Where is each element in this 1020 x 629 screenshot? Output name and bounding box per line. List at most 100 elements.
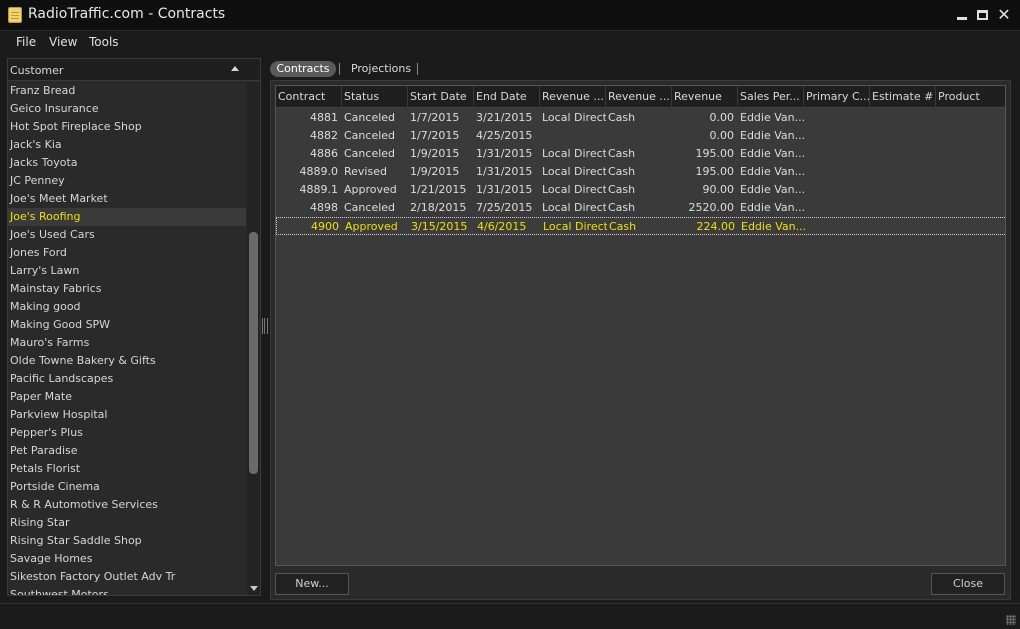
table-cell: Eddie Van... [740, 147, 804, 160]
customer-list-item[interactable]: Mainstay Fabrics [8, 280, 246, 298]
table-cell [804, 181, 870, 199]
customer-column-header[interactable]: Customer [8, 59, 260, 81]
table-cell [871, 218, 937, 236]
customer-list-item[interactable]: Hot Spot Fireplace Shop [8, 118, 246, 136]
table-cell: 90.00 [702, 183, 735, 196]
customer-list-item[interactable]: Rising Star [8, 514, 246, 532]
scrollbar-thumb[interactable] [249, 232, 258, 474]
customer-list-item[interactable]: Parkview Hospital [8, 406, 246, 424]
column-header[interactable]: Revenue ... [606, 86, 672, 108]
tab-projections[interactable]: Projections [344, 61, 418, 77]
customer-list-item[interactable]: Joe's Used Cars [8, 226, 246, 244]
customer-list-item[interactable]: R & R Automotive Services [8, 496, 246, 514]
maximize-icon [977, 10, 988, 20]
table-cell [936, 163, 1005, 181]
minimize-button[interactable] [953, 6, 971, 24]
customer-list-item[interactable]: Olde Towne Bakery & Gifts [8, 352, 246, 370]
table-cell: 4881 [310, 111, 338, 124]
table-cell [870, 109, 936, 127]
table-cell: Local Direct [543, 220, 607, 233]
customer-list-item[interactable]: Portside Cinema [8, 478, 246, 496]
column-header[interactable]: Sales Per... [738, 86, 804, 108]
table-cell [606, 127, 672, 145]
menu-bar: File View Tools [0, 32, 1020, 54]
customer-list-item[interactable]: Joe's Roofing [8, 208, 246, 226]
sort-ascending-icon [231, 66, 239, 71]
table-cell: Local Direct [542, 165, 606, 178]
table-cell [804, 127, 870, 145]
customer-list-item[interactable]: Savage Homes [8, 550, 246, 568]
menu-view[interactable]: View [49, 35, 77, 49]
table-row[interactable]: 4900 Approved 3/15/2015 4/6/2015 Local Direc… [276, 217, 1005, 236]
table-row[interactable]: 4889.0 Revised 1/9/2015 1/31/2015 Local Dire… [276, 163, 1005, 181]
maximize-button[interactable] [974, 6, 992, 24]
customer-list-item[interactable]: Franz Bread [8, 82, 246, 100]
customer-list-item[interactable]: Sikeston Factory Outlet Adv Tr [8, 568, 246, 586]
table-cell: Local Direct [542, 201, 606, 214]
customer-list-item[interactable]: JC Penney [8, 172, 246, 190]
column-header[interactable]: Primary C... [804, 86, 870, 108]
customer-list-item[interactable]: Jacks Toyota [8, 154, 246, 172]
customer-list-item[interactable]: Geico Insurance [8, 100, 246, 118]
column-header[interactable]: Contract [276, 86, 342, 108]
customer-list-item[interactable]: Making good [8, 298, 246, 316]
table-cell [936, 109, 1005, 127]
table-cell: 4898 [310, 201, 338, 214]
customer-list-item[interactable]: Mauro's Farms [8, 334, 246, 352]
menu-file[interactable]: File [16, 35, 36, 49]
customer-list-item[interactable]: Larry's Lawn [8, 262, 246, 280]
customer-list-item[interactable]: Pepper's Plus [8, 424, 246, 442]
column-header[interactable]: Status [342, 86, 408, 108]
menu-tools[interactable]: Tools [89, 35, 119, 49]
table-row[interactable]: 4898 Canceled 2/18/2015 7/25/2015 Local Dire… [276, 199, 1005, 217]
customer-list-item[interactable]: Jones Ford [8, 244, 246, 262]
table-cell: 195.00 [695, 165, 735, 178]
table-cell: 0.00 [709, 111, 735, 124]
customer-list-item[interactable]: Making Good SPW [8, 316, 246, 334]
customer-list-item[interactable]: Pacific Landscapes [8, 370, 246, 388]
title-bar: RadioTraffic.com - Contracts ✕ [0, 0, 1020, 31]
customer-list-item[interactable]: Rising Star Saddle Shop [8, 532, 246, 550]
customer-panel: Customer Franz Bread Geico Insurance Hot S… [7, 58, 261, 596]
table-cell: 3/21/2015 [476, 111, 533, 124]
table-cell [870, 163, 936, 181]
scroll-down-icon[interactable] [250, 586, 258, 591]
panel-splitter[interactable] [262, 318, 268, 334]
table-cell [804, 163, 870, 181]
table-row[interactable]: 4882 Canceled 1/7/2015 4/25/2015 0.00 Eddie V… [276, 127, 1005, 145]
table-row[interactable]: 4881 Canceled 1/7/2015 3/21/2015 Local Direc… [276, 109, 1005, 127]
column-header[interactable]: Revenue [672, 86, 738, 108]
resize-grip-icon[interactable] [1006, 615, 1016, 625]
table-cell: Cash [609, 220, 637, 233]
table-cell [936, 145, 1005, 163]
close-button[interactable]: Close [931, 573, 1005, 595]
table-cell: Cash [608, 201, 636, 214]
table-row[interactable]: 4889.1 Approved 1/21/2015 1/31/2015 Local Di… [276, 181, 1005, 199]
close-window-button[interactable]: ✕ [995, 6, 1013, 24]
customer-scrollbar[interactable] [247, 82, 260, 595]
table-cell: Cash [608, 147, 636, 160]
column-header[interactable]: Start Date [408, 86, 474, 108]
tab-bar: Contracts Projections [270, 59, 1010, 79]
customer-list-item[interactable]: Joe's Meet Market [8, 190, 246, 208]
column-header[interactable]: End Date [474, 86, 540, 108]
status-bar [0, 603, 1020, 629]
column-header[interactable]: Revenue ... [540, 86, 606, 108]
customer-list-item[interactable]: Petals Florist [8, 460, 246, 478]
new-contract-button[interactable]: New... [275, 573, 349, 595]
table-cell: 4889.0 [299, 165, 339, 178]
tab-contracts[interactable]: Contracts [270, 61, 336, 77]
customer-list-item[interactable]: Paper Mate [8, 388, 246, 406]
customer-list-item[interactable]: Southwest Motors [8, 586, 246, 595]
customer-list-item[interactable]: Pet Paradise [8, 442, 246, 460]
column-header[interactable]: Product [936, 86, 1005, 108]
customer-list-item[interactable]: Jack's Kia [8, 136, 246, 154]
table-cell: 2520.00 [688, 201, 735, 214]
table-cell: 4/6/2015 [477, 220, 527, 233]
minimize-icon [957, 17, 967, 20]
close-icon: ✕ [997, 5, 1011, 24]
table-row[interactable]: 4886 Canceled 1/9/2015 1/31/2015 Local Direc… [276, 145, 1005, 163]
column-header[interactable]: Estimate # [870, 86, 936, 108]
table-cell: Eddie Van... [740, 201, 804, 214]
contracts-grid: Contract Status Start Date End Date Revenue … [275, 85, 1006, 566]
